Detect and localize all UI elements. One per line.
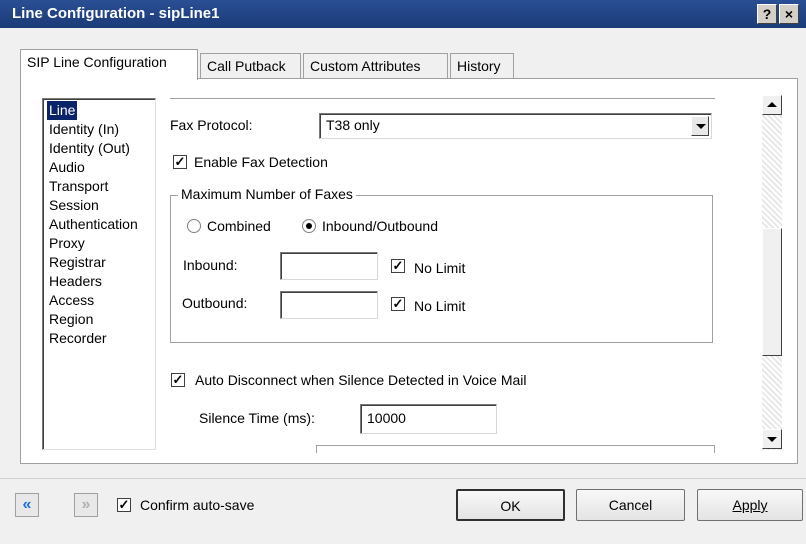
partially-hidden-field [316, 445, 715, 453]
outbound-input[interactable] [280, 291, 378, 319]
ok-button[interactable]: OK [456, 489, 565, 521]
confirm-autosave-label: Confirm auto-save [140, 497, 255, 513]
section-item-line[interactable]: Line [47, 101, 78, 120]
tab-history[interactable]: History [450, 53, 514, 79]
top-separator [170, 98, 715, 100]
section-item-session[interactable]: Session [47, 196, 101, 215]
fax-protocol-value: T38 only [326, 117, 380, 133]
section-item-audio[interactable]: Audio [47, 158, 87, 177]
inbound-input[interactable] [280, 252, 378, 280]
section-item-access[interactable]: Access [47, 291, 96, 310]
inbound-outbound-radio[interactable] [302, 219, 316, 233]
section-item-recorder[interactable]: Recorder [47, 329, 109, 348]
section-list[interactable]: Line Identity (In) Identity (Out) Audio … [42, 98, 156, 450]
outbound-label: Outbound: [182, 295, 248, 311]
scroll-down-icon[interactable] [762, 429, 782, 449]
tab-custom-attributes[interactable]: Custom Attributes [303, 53, 448, 79]
cancel-button[interactable]: Cancel [576, 489, 685, 521]
scroll-thumb[interactable] [762, 228, 782, 356]
dialog-window: Line Configuration - sipLine1 ? × SIP Li… [0, 0, 806, 544]
section-item-transport[interactable]: Transport [47, 177, 110, 196]
auto-disconnect-checkbox[interactable]: ✓ [171, 373, 185, 387]
inbound-no-limit-checkbox[interactable]: ✓ [391, 259, 405, 273]
forward-arrow-icon[interactable]: » [74, 493, 98, 517]
enable-fax-detection-checkbox[interactable]: ✓ [173, 155, 187, 169]
scroll-up-icon[interactable] [762, 95, 782, 115]
close-button[interactable]: × [779, 4, 799, 24]
combined-radio[interactable] [187, 219, 201, 233]
chevron-down-icon[interactable] [691, 116, 709, 136]
outbound-no-limit-label: No Limit [414, 298, 466, 314]
section-item-identity-out[interactable]: Identity (Out) [47, 139, 132, 158]
inbound-no-limit-label: No Limit [414, 260, 466, 276]
inbound-outbound-label: Inbound/Outbound [322, 218, 438, 234]
title-bar: Line Configuration - sipLine1 ? × [0, 0, 806, 28]
back-arrow-icon[interactable]: « [15, 493, 39, 517]
section-item-identity-in[interactable]: Identity (In) [47, 120, 121, 139]
footer-separator [0, 478, 806, 479]
enable-fax-detection-label: Enable Fax Detection [194, 154, 328, 170]
section-item-proxy[interactable]: Proxy [47, 234, 87, 253]
combined-label: Combined [207, 218, 271, 234]
outbound-no-limit-checkbox[interactable]: ✓ [391, 297, 405, 311]
section-item-headers[interactable]: Headers [47, 272, 104, 291]
section-item-registrar[interactable]: Registrar [47, 253, 108, 272]
silence-time-input[interactable]: 10000 [360, 404, 497, 434]
help-button[interactable]: ? [757, 4, 777, 24]
silence-time-label: Silence Time (ms): [199, 410, 315, 426]
apply-button[interactable]: Apply [697, 489, 803, 521]
fax-protocol-select[interactable]: T38 only [319, 113, 712, 139]
max-faxes-group-label: Maximum Number of Faxes [178, 186, 356, 202]
tab-sip-line-configuration[interactable]: SIP Line Configuration [20, 49, 198, 80]
confirm-autosave-checkbox[interactable]: ✓ [117, 498, 131, 512]
tab-call-putback[interactable]: Call Putback [200, 53, 301, 79]
section-item-region[interactable]: Region [47, 310, 95, 329]
auto-disconnect-label: Auto Disconnect when Silence Detected in… [195, 372, 527, 388]
window-title: Line Configuration - sipLine1 [12, 5, 220, 22]
section-item-authentication[interactable]: Authentication [47, 215, 140, 234]
fax-protocol-label: Fax Protocol: [170, 117, 253, 133]
inbound-label: Inbound: [183, 257, 238, 273]
